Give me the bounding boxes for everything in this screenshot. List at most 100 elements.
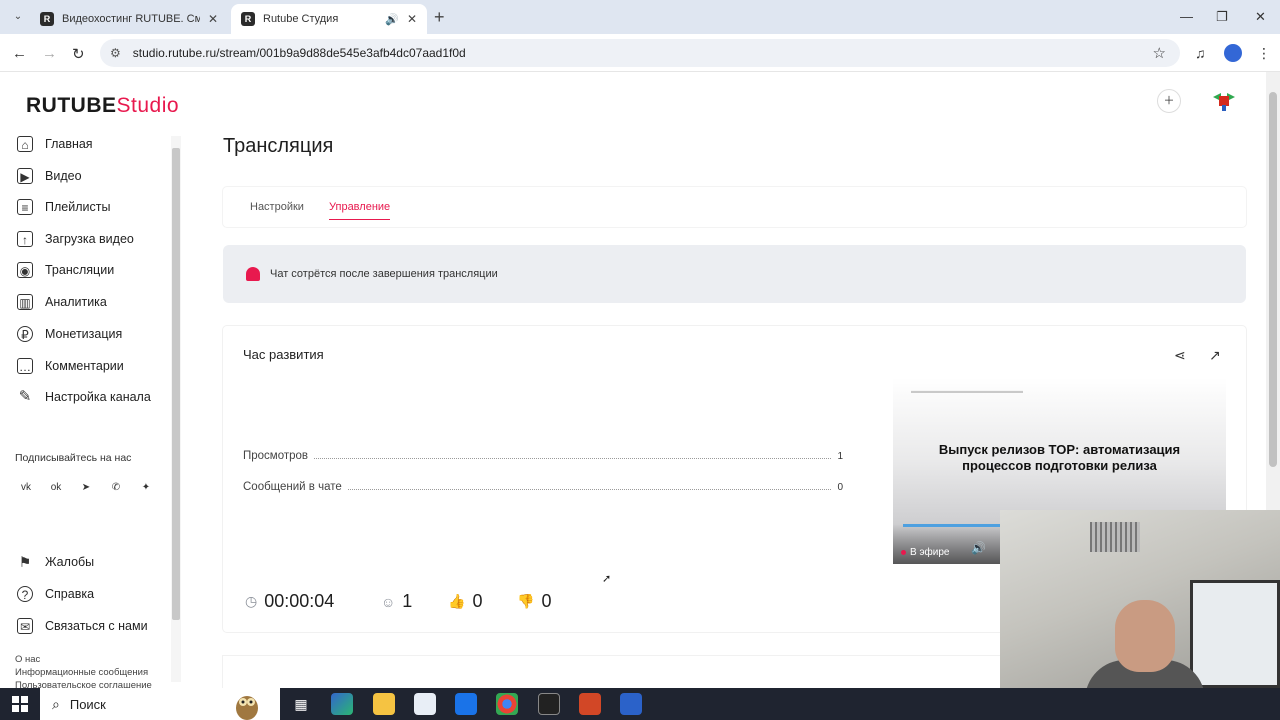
stat-label: Просмотров bbox=[243, 450, 309, 462]
thumbs-down-icon: 👎 bbox=[517, 593, 535, 609]
task-view-icon[interactable]: ▦ bbox=[290, 693, 312, 715]
logo-accent-text: Studio bbox=[116, 94, 180, 117]
sidebar-item-contact[interactable]: ✉ Связаться с нами bbox=[17, 616, 148, 636]
open-external-icon[interactable]: ↗ bbox=[1209, 347, 1221, 364]
tab-title: Видеохостинг RUTUBE. Смотри... bbox=[62, 13, 200, 25]
rutube-studio-logo[interactable]: RUTUBEStudio bbox=[26, 94, 179, 118]
stat-value: 1 bbox=[837, 451, 843, 462]
dzen-icon[interactable]: ✦ bbox=[136, 478, 156, 498]
sidebar-item-channel-settings[interactable]: ✎ Настройка канала bbox=[17, 387, 151, 407]
bell-icon bbox=[246, 267, 260, 281]
likes-value: 0 bbox=[472, 591, 483, 611]
rutube-favicon-icon: R bbox=[241, 12, 255, 26]
back-arrow-icon[interactable]: ← bbox=[12, 45, 27, 62]
sidebar-item-broadcasts[interactable]: ◉ Трансляции bbox=[17, 260, 114, 280]
sidebar-item-home[interactable]: ⌂ Главная bbox=[17, 134, 93, 154]
reload-icon[interactable]: ↻ bbox=[72, 45, 85, 63]
help-icon: ? bbox=[17, 586, 33, 602]
telegram-icon[interactable]: ➤ bbox=[76, 478, 96, 498]
footer-link-agreement[interactable]: Пользовательское соглашение bbox=[15, 680, 152, 688]
footer-link-info[interactable]: Информационные сообщения bbox=[15, 667, 148, 678]
sidebar-item-comments[interactable]: … Комментарии bbox=[17, 356, 124, 376]
dislikes-value: 0 bbox=[541, 591, 552, 611]
likes-metric: 👍 0 bbox=[448, 591, 482, 612]
rutube-favicon-icon: R bbox=[40, 12, 54, 26]
channel-avatar-icon[interactable] bbox=[1213, 93, 1235, 111]
duration-value: 00:00:04 bbox=[264, 591, 335, 611]
share-icon[interactable]: ⋖ bbox=[1174, 347, 1186, 364]
sidebar-item-label: Комментарии bbox=[45, 359, 124, 373]
obs-icon[interactable] bbox=[538, 693, 560, 715]
tab-management[interactable]: Управление bbox=[329, 201, 391, 220]
preview-faint-caption: ▬▬▬▬▬▬▬▬▬▬▬▬▬▬▬▬ bbox=[911, 388, 1023, 395]
speaker-icon[interactable]: 🔊 bbox=[385, 13, 399, 26]
search-label: Поиск bbox=[69, 696, 106, 712]
tab-close-icon[interactable]: ✕ bbox=[407, 12, 417, 26]
stat-row-chat-messages: Сообщений в чате 0 bbox=[243, 477, 843, 493]
edge-icon[interactable] bbox=[331, 693, 353, 715]
close-window-button[interactable]: ✕ bbox=[1255, 9, 1266, 25]
page-scroll-thumb[interactable] bbox=[1269, 92, 1277, 467]
notice-text: Чат сотрётся после завершения трансляции bbox=[270, 268, 498, 280]
comments-icon: … bbox=[17, 358, 33, 374]
maximize-button[interactable]: ❐ bbox=[1216, 9, 1228, 25]
stat-row-views: Просмотров 1 bbox=[243, 446, 843, 462]
logo-main-text: RUTUBE bbox=[26, 94, 117, 117]
sidebar-item-label: Аналитика bbox=[45, 295, 107, 309]
add-content-icon[interactable]: ＋ bbox=[1157, 89, 1181, 113]
stat-value: 0 bbox=[837, 482, 843, 493]
url-text: studio.rutube.ru/stream/001b9a9d88de545e… bbox=[132, 46, 466, 60]
minimize-button[interactable]: — bbox=[1180, 9, 1193, 24]
sidebar-item-video[interactable]: ▶ Видео bbox=[17, 166, 82, 186]
sidebar-item-label: Справка bbox=[45, 587, 95, 601]
sidebar-item-help[interactable]: ? Справка bbox=[17, 584, 94, 604]
upload-icon: ↑ bbox=[17, 231, 33, 247]
tab-search-button[interactable]: ⌄ bbox=[9, 8, 27, 26]
next-card bbox=[223, 656, 1003, 688]
viewers-metric: ☺ 1 bbox=[381, 591, 412, 612]
vk-icon[interactable]: vk bbox=[16, 478, 36, 498]
new-tab-button[interactable]: + bbox=[434, 7, 445, 28]
chrome-icon[interactable] bbox=[496, 693, 518, 715]
viber-icon[interactable]: ✆ bbox=[106, 478, 126, 498]
sidebar: ⌂ Главная ▶ Видео ≡ Плейлисты ↑ Загрузка… bbox=[0, 132, 184, 688]
sidebar-item-analytics[interactable]: ▥ Аналитика bbox=[17, 292, 107, 312]
bookmark-star-icon[interactable]: ☆ bbox=[1153, 44, 1166, 62]
footer-link-about[interactable]: О нас bbox=[15, 654, 40, 665]
browser-tab-rutube[interactable]: R Видеохостинг RUTUBE. Смотри... ✕ bbox=[30, 4, 228, 34]
ok-icon[interactable]: ok bbox=[46, 478, 66, 498]
site-info-icon[interactable]: ⚙ bbox=[110, 46, 121, 60]
windows-start-icon[interactable] bbox=[12, 696, 28, 712]
windows-taskbar: ⌕ Поиск ▦ bbox=[0, 688, 1280, 720]
sidebar-item-label: Трансляции bbox=[45, 263, 115, 277]
owl-widget-icon[interactable] bbox=[230, 688, 264, 720]
address-bar[interactable]: ⚙ studio.rutube.ru/stream/001b9a9d88de54… bbox=[100, 39, 1180, 67]
browser-menu-icon[interactable]: ⋮ bbox=[1257, 45, 1271, 62]
viewers-value: 1 bbox=[402, 591, 413, 611]
remote-desktop-icon[interactable] bbox=[620, 693, 642, 715]
tab-title: Rutube Студия bbox=[263, 13, 339, 25]
broadcast-icon: ◉ bbox=[17, 262, 33, 278]
volume-icon[interactable]: 🔊 bbox=[971, 541, 986, 555]
tab-settings[interactable]: Настройки bbox=[250, 201, 304, 213]
powerpoint-icon[interactable] bbox=[579, 693, 601, 715]
sidebar-scrollbar[interactable] bbox=[171, 136, 181, 682]
sidebar-item-playlists[interactable]: ≡ Плейлисты bbox=[17, 197, 110, 217]
sidebar-item-upload[interactable]: ↑ Загрузка видео bbox=[17, 229, 134, 249]
tab-close-icon[interactable]: ✕ bbox=[208, 12, 218, 26]
search-icon: ⌕ bbox=[52, 695, 60, 712]
profile-avatar-icon[interactable] bbox=[1224, 44, 1242, 62]
store-icon[interactable] bbox=[414, 693, 436, 715]
sidebar-item-label: Главная bbox=[45, 137, 93, 151]
forward-arrow-icon[interactable]: → bbox=[42, 45, 57, 62]
mail-icon[interactable] bbox=[455, 693, 477, 715]
file-explorer-icon[interactable] bbox=[373, 693, 395, 715]
browser-tab-studio[interactable]: R Rutube Студия 🔊 ✕ bbox=[231, 4, 427, 34]
sidebar-item-monetization[interactable]: ₽ Монетизация bbox=[17, 324, 122, 344]
sidebar-item-complaints[interactable]: ⚑ Жалобы bbox=[17, 552, 94, 572]
media-control-icon[interactable]: ♫ bbox=[1195, 45, 1206, 61]
duration-metric: ◷ 00:00:04 bbox=[245, 591, 334, 612]
sidebar-scroll-thumb[interactable] bbox=[172, 148, 180, 620]
stat-label: Сообщений в чате bbox=[243, 481, 342, 493]
ceiling-vent bbox=[1090, 522, 1140, 552]
